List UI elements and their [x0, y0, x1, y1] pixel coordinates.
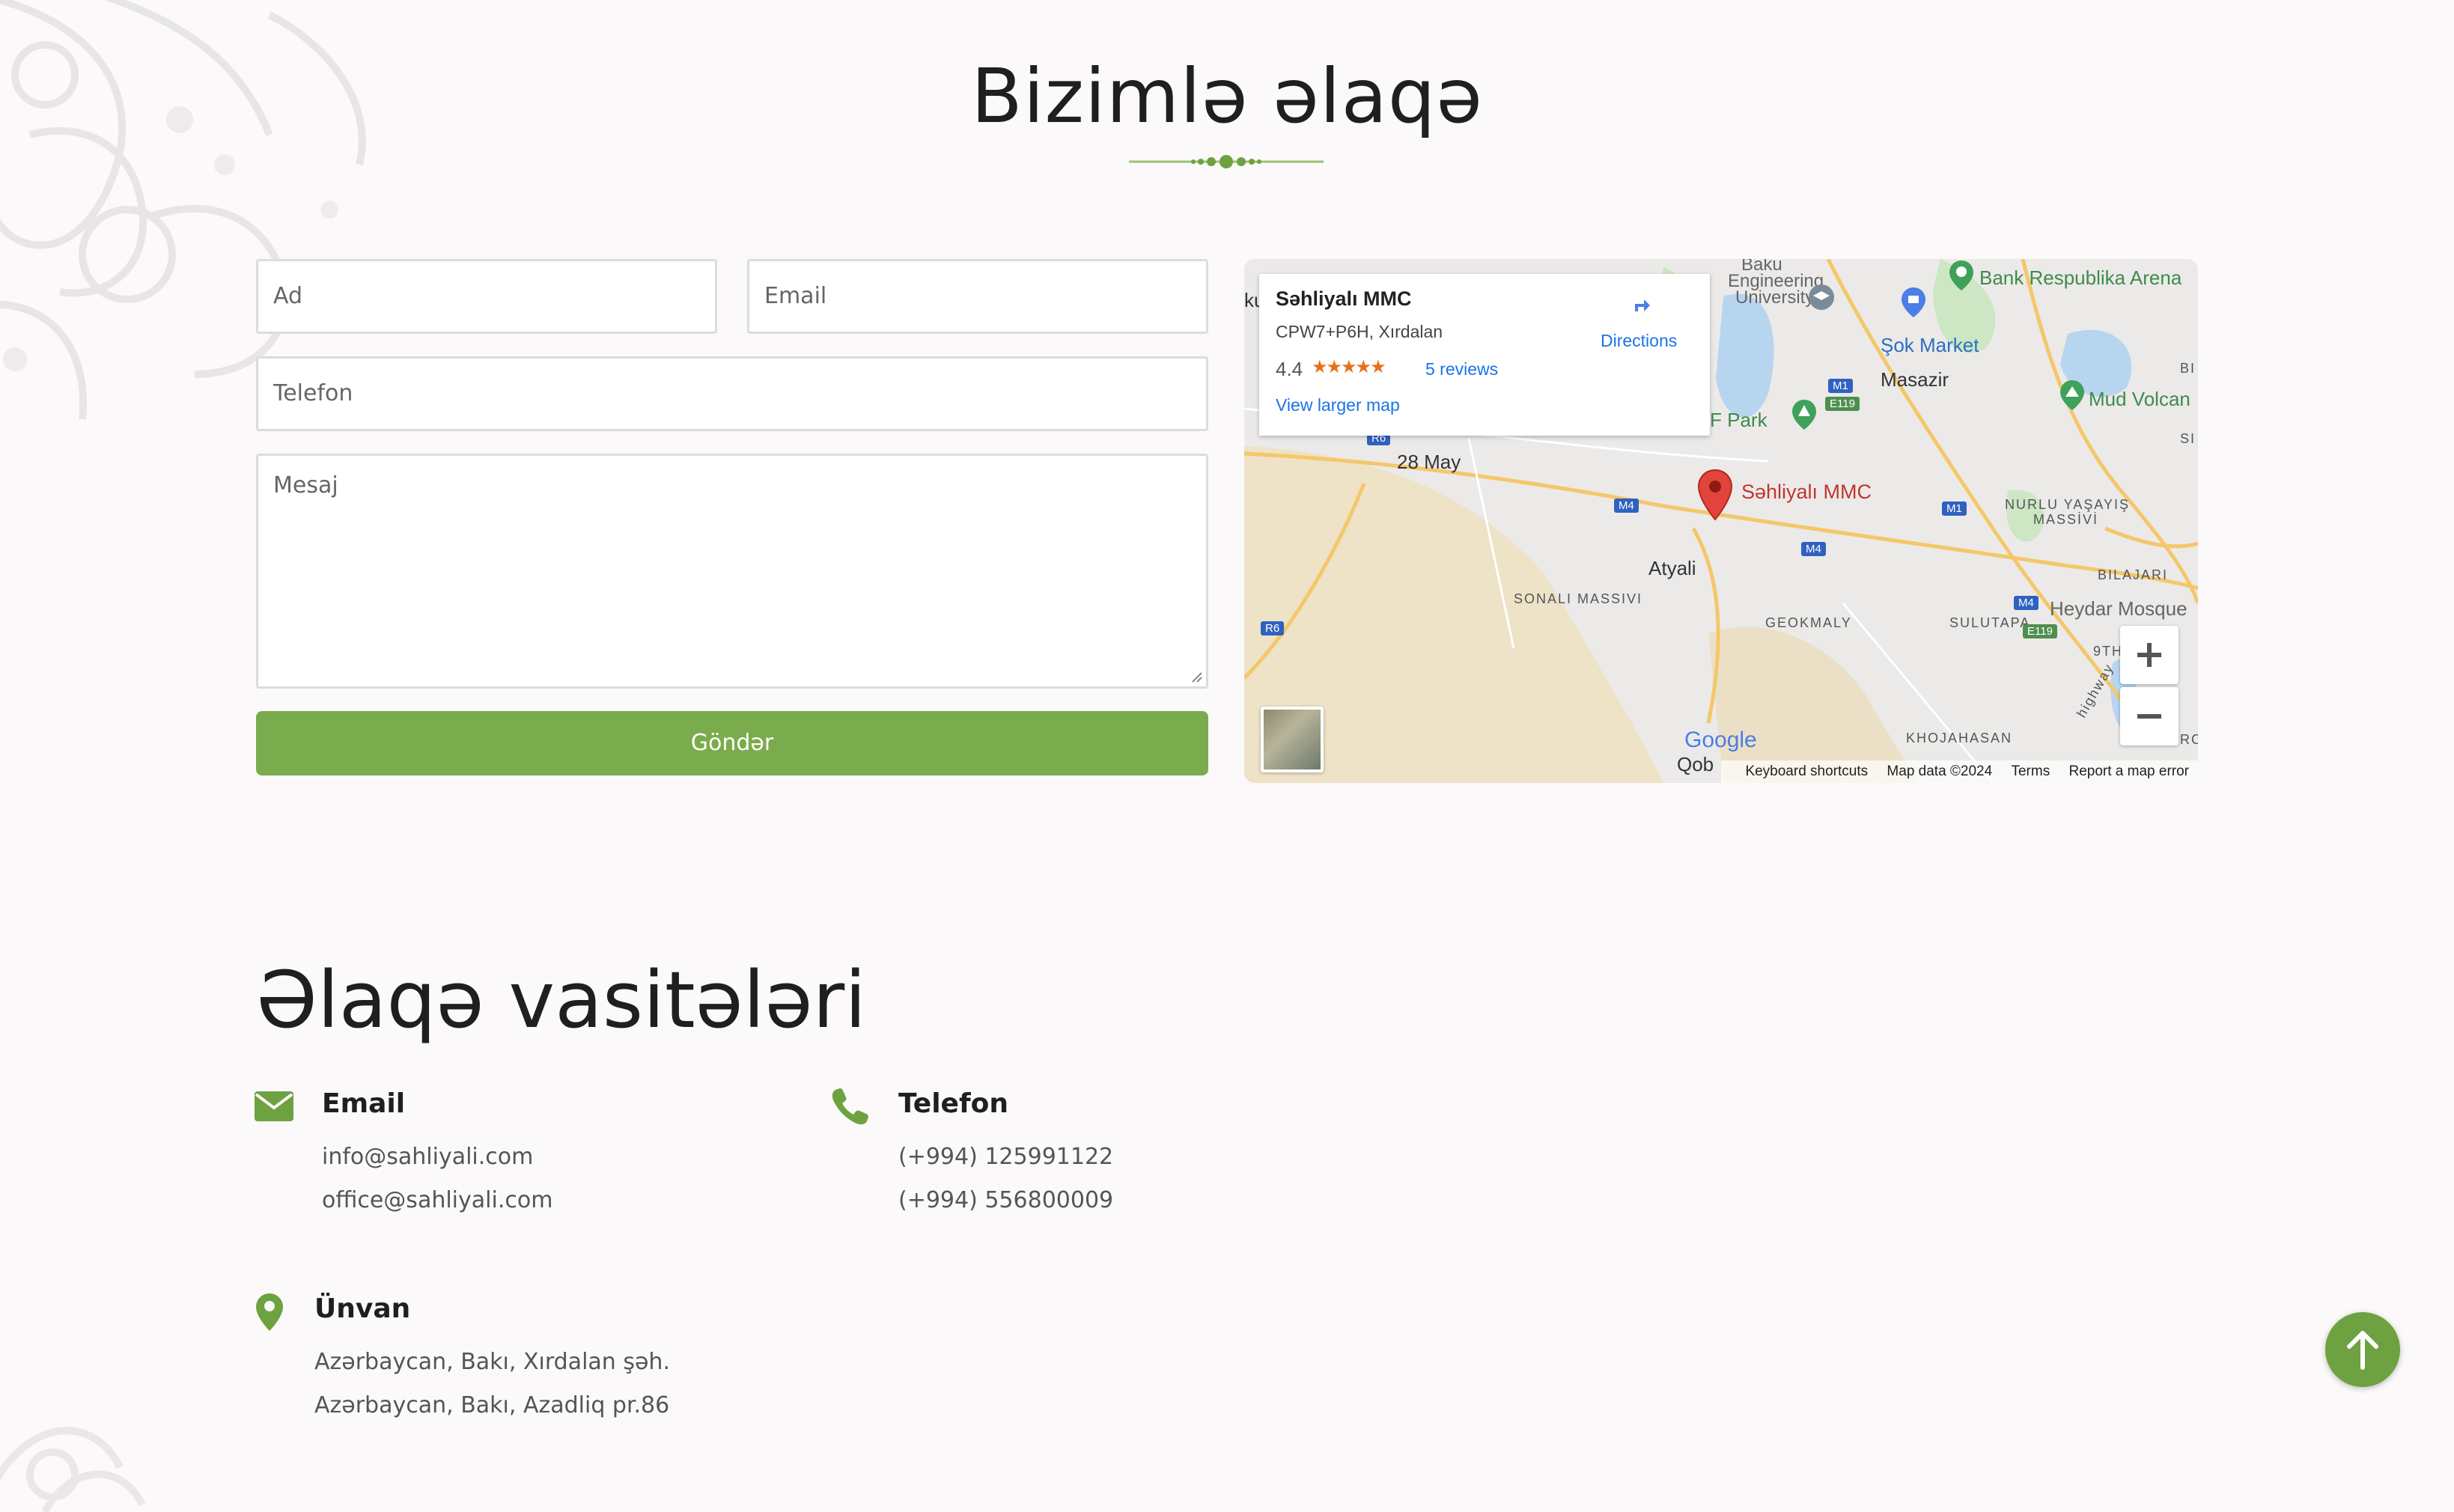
view-larger-map-link[interactable]: View larger map [1276, 395, 1400, 415]
ornament-decoration-bottom [0, 1427, 146, 1512]
map-label-sonali: SONALI MASSIVI [1514, 591, 1643, 606]
map-label-khojahasan: KHOJAHASAN [1906, 731, 2013, 746]
arena-pin-icon [1949, 260, 1973, 290]
road-shield: E119 [2023, 624, 2057, 638]
address-line-1: Azərbaycan, Bakı, Xırdalan şəh. [314, 1349, 670, 1375]
map-label-atyali: Atyali [1648, 557, 1696, 579]
map-label-bilajari: BILAJARI [2098, 567, 2169, 582]
message-placeholder: Mesaj [273, 472, 338, 499]
email-line-1[interactable]: info@sahliyali.com [322, 1144, 533, 1170]
location-marker-icon[interactable] [1696, 469, 1734, 521]
map-label-qob: Qob [1677, 753, 1714, 775]
email-title: Email [322, 1088, 406, 1119]
road-shield: M4 [1801, 542, 1826, 556]
directions-icon[interactable] [1625, 289, 1657, 322]
map-label-geokmaly: GEOKMALY [1765, 615, 1852, 630]
envelope-icon [255, 1091, 293, 1121]
reviews-link[interactable]: 5 reviews [1425, 359, 1498, 379]
road-shield: R6 [1261, 621, 1285, 635]
contact-heading: Əlaqə vasitələri [256, 954, 867, 1046]
zoom-out-button[interactable] [2120, 687, 2179, 746]
map-label-si: SI [2180, 431, 2196, 446]
email-input[interactable]: Email [747, 259, 1208, 334]
plus-icon [2137, 643, 2161, 667]
minus-icon [2137, 714, 2161, 719]
map-label-nurlu: NURLU YAŞAYIŞ [2005, 497, 2131, 512]
satellite-toggle[interactable] [1261, 707, 1324, 772]
map-label-ro: RO [2180, 732, 2198, 747]
map-label-bank-arena[interactable]: Bank Respublika Arena [1979, 266, 2181, 290]
place-rating: 4.4 [1276, 358, 1303, 380]
address-title: Ünvan [314, 1293, 411, 1324]
phone-line-1[interactable]: (+994) 125991122 [898, 1144, 1113, 1170]
address-line-2: Azərbaycan, Bakı, Azadliq pr.86 [314, 1392, 670, 1418]
report-map-error-link[interactable]: Report a map error [2068, 763, 2189, 779]
road-shield: M4 [1614, 499, 1639, 513]
phone-title: Telefon [898, 1088, 1008, 1119]
marker-label[interactable]: Səhliyalı MMC [1741, 481, 1872, 504]
email-line-2[interactable]: office@sahliyali.com [322, 1187, 552, 1213]
map-label-9th: 9TH [2093, 644, 2124, 659]
mud-volcano-pin-icon [2060, 380, 2084, 410]
road-shield: E119 [1825, 397, 1860, 411]
google-map[interactable]: 28 May Atyali SONALI MASSIVI GEOKMALY SU… [1244, 259, 2198, 783]
place-address: CPW7+P6H, Xırdalan [1276, 322, 1443, 341]
university-icon [1809, 284, 1834, 310]
map-label-sulutapa: SULUTAPA [1949, 615, 2031, 630]
map-info-card: Səhliyalı MMC CPW7+P6H, Xırdalan 4.4 ★★★… [1259, 274, 1710, 436]
map-label-baku-eng-3: University [1735, 287, 1815, 308]
map-footer: Keyboard shortcuts Map data ©2024 Terms … [1721, 760, 2198, 783]
road-shield: M1 [1942, 502, 1967, 516]
map-label-28-may: 28 May [1397, 451, 1461, 473]
map-label-heydar-mosque[interactable]: Heydar Mosque [2050, 597, 2187, 621]
name-input[interactable]: Ad [256, 259, 717, 334]
phone-icon [832, 1088, 868, 1125]
map-label-masazir: Masazir [1881, 368, 1949, 391]
page-title: Bizimlə əlaqə [971, 52, 1483, 140]
map-label-nurlu-2: MASSİVİ [2033, 512, 2099, 527]
map-data-text: Map data ©2024 [1887, 763, 1993, 779]
keyboard-shortcuts-link[interactable]: Keyboard shortcuts [1745, 763, 1868, 779]
google-logo: Google [1684, 728, 1757, 752]
place-name: Səhliyalı MMC [1276, 287, 1412, 310]
star-rating-icon: ★★★★★ [1312, 357, 1386, 377]
title-divider [1129, 155, 1324, 168]
resize-handle-icon[interactable] [1190, 670, 1203, 683]
road-shield: M4 [2014, 596, 2039, 610]
directions-link[interactable]: Directions [1601, 331, 1677, 351]
phone-line-2[interactable]: (+994) 556800009 [898, 1187, 1113, 1213]
terms-link[interactable]: Terms [2011, 763, 2050, 779]
message-textarea[interactable]: Mesaj [256, 454, 1208, 689]
submit-button[interactable]: Göndər [256, 711, 1208, 775]
shopping-pin-icon [1902, 287, 1925, 317]
arrow-up-icon [2347, 1331, 2378, 1370]
zoom-in-button[interactable] [2120, 626, 2179, 684]
map-label-mud-volcano[interactable]: Mud Volcan [2089, 388, 2190, 411]
map-label-bi: BI [2180, 361, 2196, 376]
road-shield: M1 [1828, 379, 1853, 393]
map-label-sok-market[interactable]: Şok Market [1881, 334, 1979, 357]
park-pin-icon [1792, 400, 1816, 430]
map-label-f-park: F Park [1710, 409, 1768, 431]
back-to-top-button[interactable] [2325, 1312, 2400, 1387]
map-pin-icon [256, 1293, 283, 1331]
phone-input[interactable]: Telefon [256, 356, 1208, 431]
